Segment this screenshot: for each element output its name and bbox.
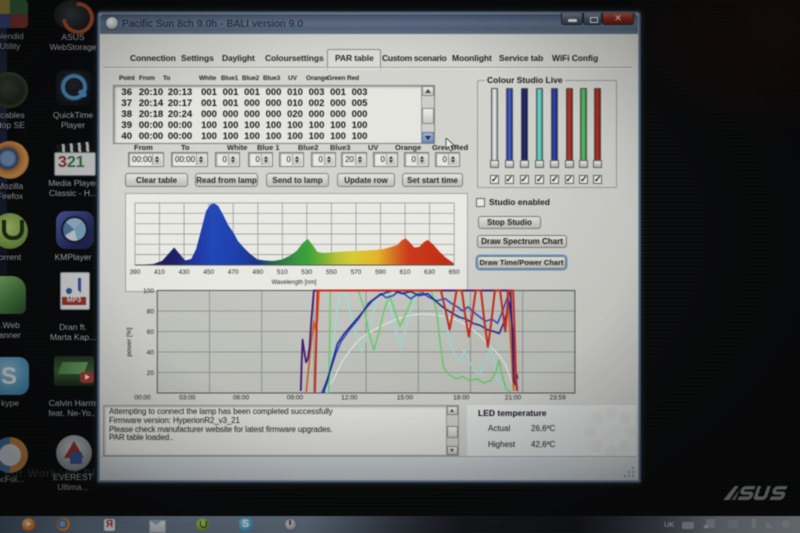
svg-text:550: 550 <box>326 269 337 276</box>
svg-text:15:00: 15:00 <box>397 395 414 402</box>
svg-text:00:00: 00:00 <box>134 395 151 402</box>
svg-text:570: 570 <box>351 269 362 276</box>
svg-text:470: 470 <box>228 269 239 276</box>
svg-text:530: 530 <box>301 269 312 276</box>
svg-text:power [%]: power [%] <box>126 327 133 356</box>
svg-text:60: 60 <box>147 329 155 336</box>
svg-text:410: 410 <box>154 269 165 276</box>
svg-text:21:00: 21:00 <box>505 395 522 402</box>
svg-text:09:00: 09:00 <box>287 395 304 402</box>
svg-text:80: 80 <box>147 309 155 316</box>
svg-text:18:00: 18:00 <box>453 395 470 402</box>
svg-text:450: 450 <box>203 269 214 276</box>
svg-text:03:00: 03:00 <box>179 395 196 402</box>
svg-text:650: 650 <box>449 269 460 276</box>
svg-text:06:00: 06:00 <box>233 395 250 402</box>
svg-text:430: 430 <box>179 269 190 276</box>
svg-text:100: 100 <box>143 288 154 295</box>
svg-text:23:59: 23:59 <box>549 395 566 402</box>
svg-text:590: 590 <box>375 269 386 276</box>
svg-text:20: 20 <box>147 370 155 377</box>
svg-text:390: 390 <box>130 269 141 276</box>
svg-text:630: 630 <box>424 269 435 276</box>
svg-text:40: 40 <box>147 350 155 357</box>
svg-text:12:00: 12:00 <box>341 395 358 402</box>
svg-text:510: 510 <box>277 269 288 276</box>
svg-text:490: 490 <box>252 269 263 276</box>
svg-text:610: 610 <box>400 269 411 276</box>
